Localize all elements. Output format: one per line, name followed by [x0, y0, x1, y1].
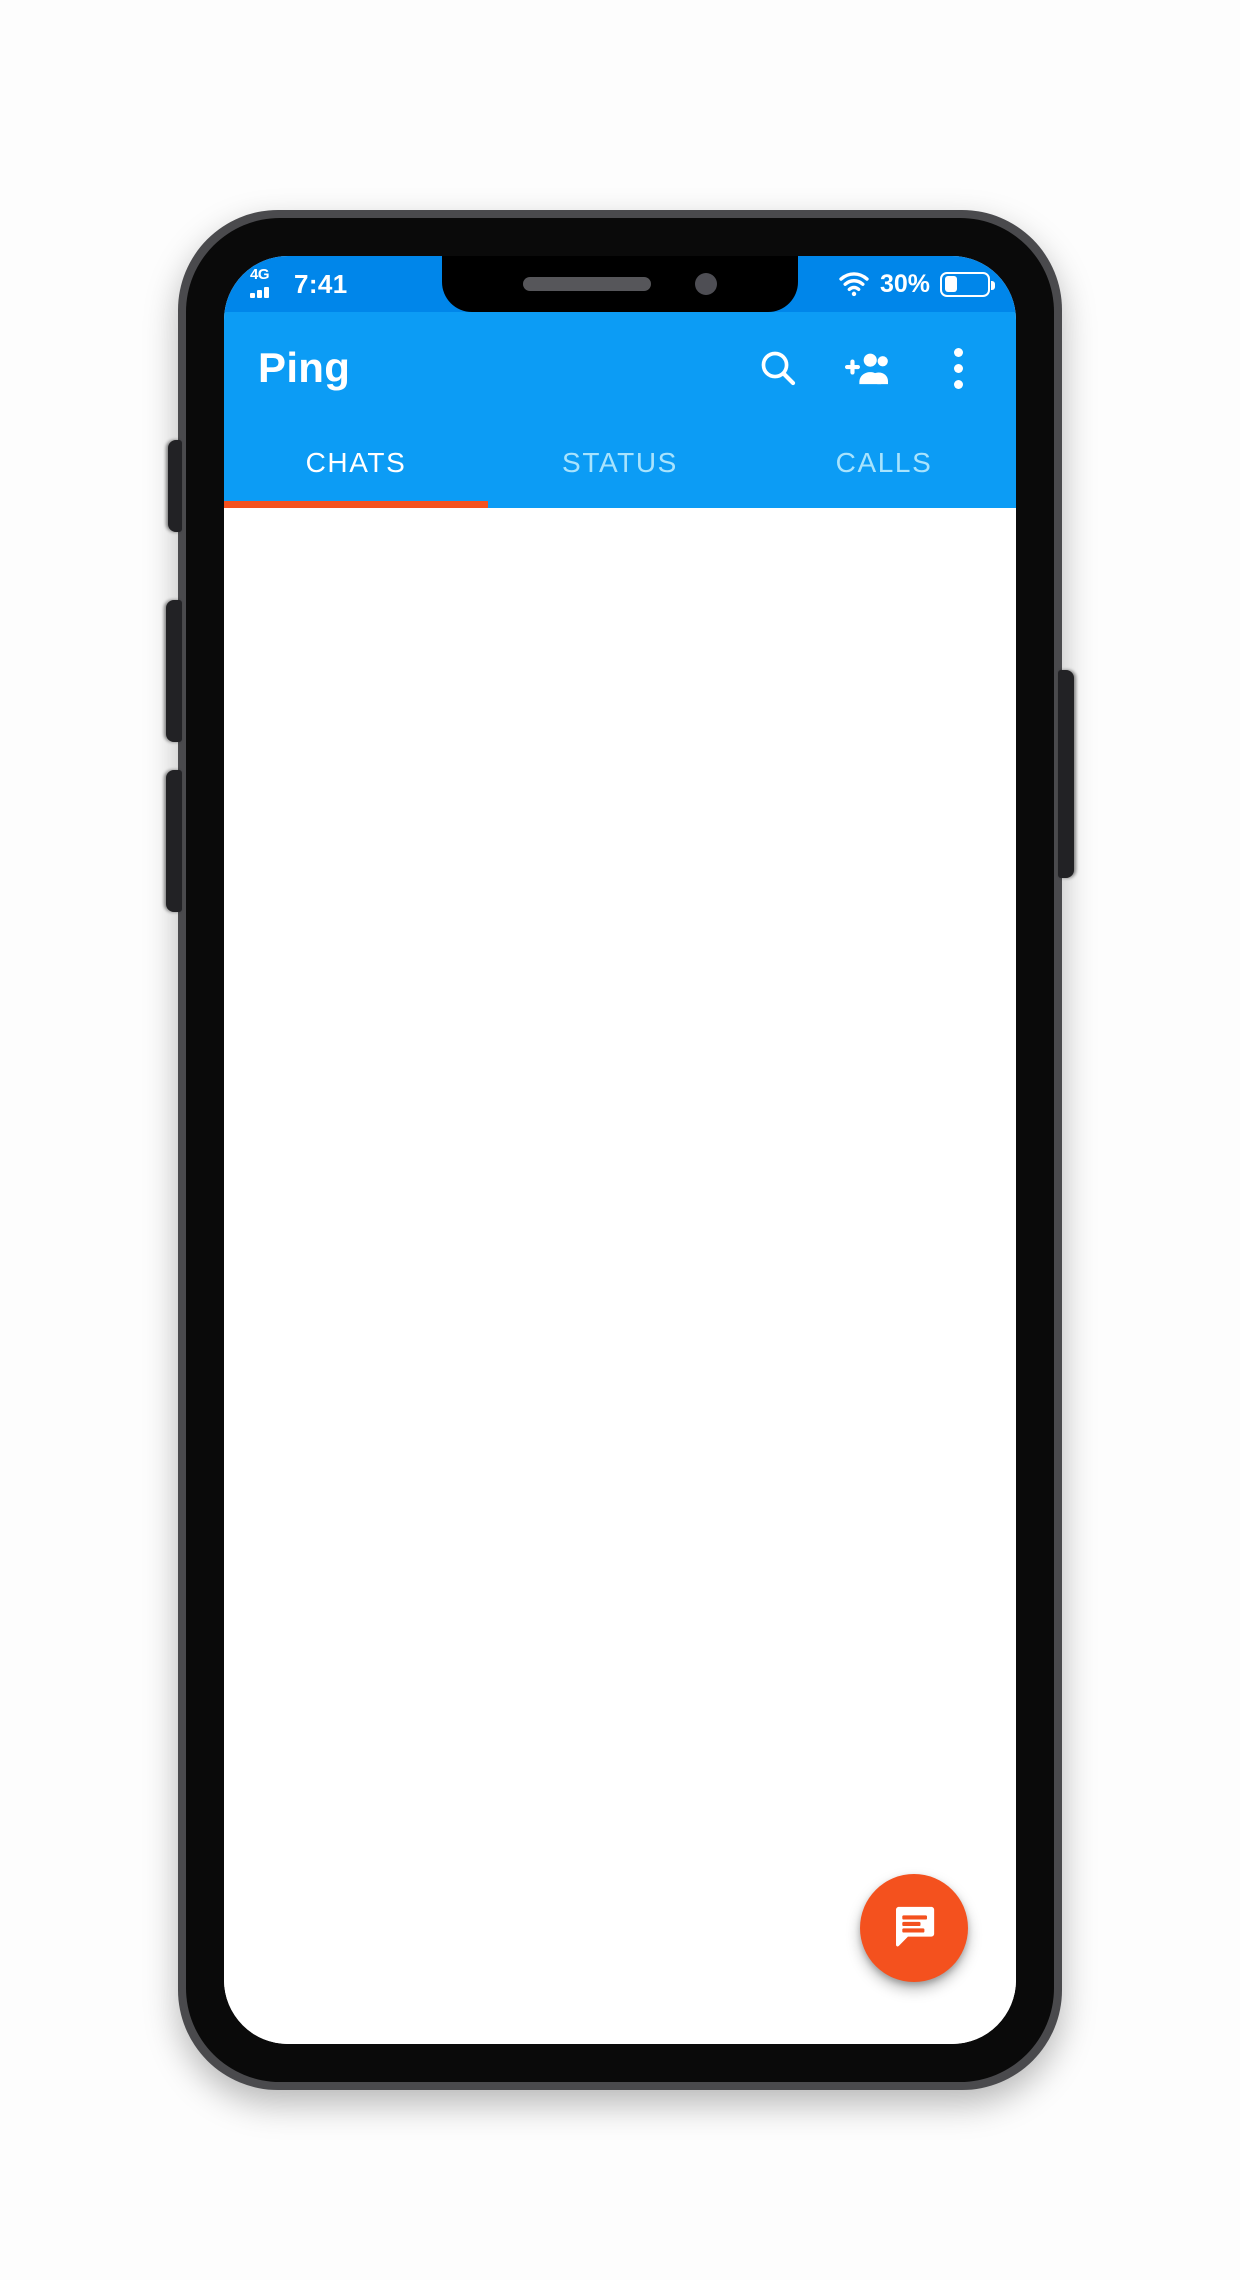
app-bar-actions	[750, 340, 986, 396]
phone-screen: 4G 7:41 30% Ping CHATS STATUS CALLS	[224, 256, 1016, 2044]
add-person-button[interactable]	[840, 340, 896, 396]
volume-down-button[interactable]	[166, 770, 182, 912]
speaker-grille-icon	[523, 277, 651, 291]
display-notch	[442, 256, 798, 312]
phone-bezel: 4G 7:41 30% Ping CHATS STATUS CALLS	[186, 218, 1054, 2082]
signal-bars-icon: 4G	[250, 266, 284, 300]
tab-status[interactable]: STATUS	[488, 424, 752, 508]
chats-panel[interactable]	[224, 508, 1016, 2044]
new-chat-fab[interactable]	[860, 1874, 968, 1982]
wifi-icon	[838, 271, 870, 297]
tab-calls[interactable]: CALLS	[752, 424, 1016, 508]
tab-bar: CHATS STATUS CALLS	[224, 424, 1016, 508]
page-root: 4G 7:41 30% Ping CHATS STATUS CALLS	[0, 0, 1240, 2280]
battery-percent-label: 30%	[879, 269, 930, 298]
overflow-menu-icon	[953, 347, 963, 389]
add-person-icon	[844, 348, 892, 388]
chat-list[interactable]	[224, 508, 1016, 2044]
status-bar-right: 30%	[838, 269, 995, 299]
volume-up-button[interactable]	[166, 600, 182, 742]
search-button[interactable]	[750, 340, 806, 396]
status-bar-clock: 7:41	[294, 268, 348, 299]
battery-icon	[940, 271, 995, 297]
tab-chats[interactable]: CHATS	[224, 424, 488, 508]
tab-indicator	[224, 501, 488, 508]
phone-device-frame: 4G 7:41 30% Ping CHATS STATUS CALLS	[166, 210, 1074, 2090]
network-type-label: 4G	[250, 266, 270, 283]
chat-bubble-icon	[888, 1900, 940, 1957]
front-camera-lens-icon	[695, 273, 717, 295]
status-bar-left: 4G 7:41	[250, 266, 348, 300]
app-bar: Ping	[224, 312, 1016, 424]
overflow-menu-button[interactable]	[930, 340, 986, 396]
search-icon	[757, 347, 799, 389]
silent-switch[interactable]	[168, 440, 182, 532]
power-button[interactable]	[1058, 670, 1074, 878]
app-title: Ping	[258, 344, 351, 391]
